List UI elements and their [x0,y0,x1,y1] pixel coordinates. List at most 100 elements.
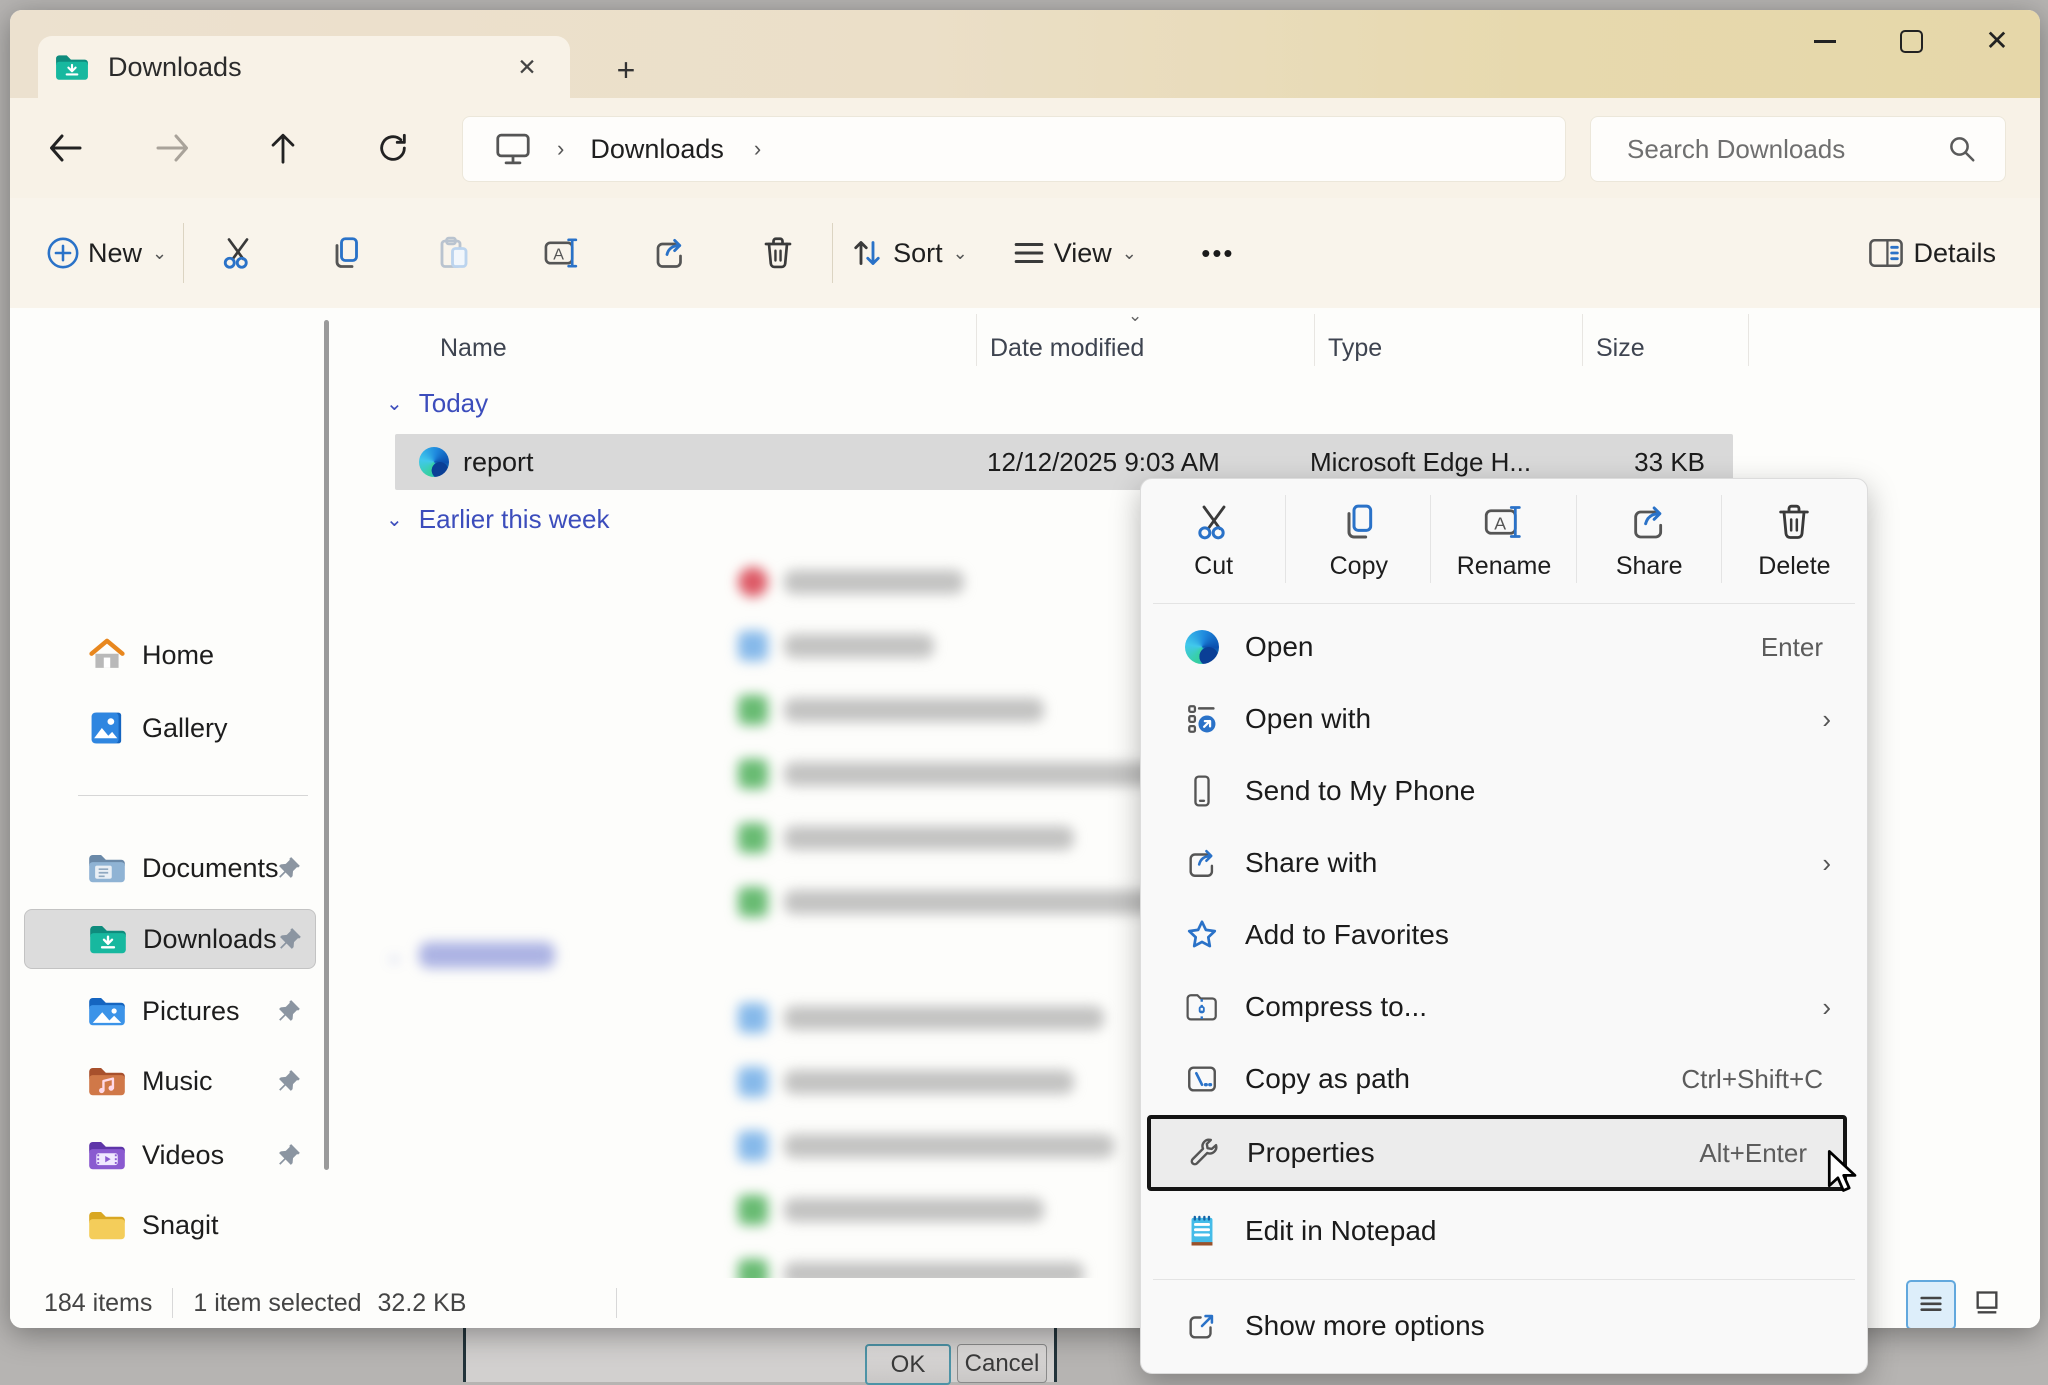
tab-title: Downloads [108,52,242,83]
copy-quick-action[interactable]: Copy [1286,479,1431,603]
details-view-toggle[interactable] [1906,1280,1956,1328]
column-name[interactable]: Name [440,334,507,363]
sidebar-item-label: Snagit [142,1210,314,1241]
menu-item-edit-in-notepad[interactable]: Edit in Notepad [1149,1195,1859,1267]
column-date-modified[interactable]: Date modified [990,334,1144,363]
collapse-chevron-icon[interactable]: ⌄ [386,507,403,532]
sidebar-item-home[interactable]: Home [24,626,314,684]
sidebar-item-documents[interactable]: Documents [24,839,314,897]
menu-item-open-with[interactable]: Open with › [1149,683,1859,755]
sidebar-item-videos[interactable]: Videos [24,1126,314,1184]
blue-file-icon [738,631,768,661]
back-button[interactable] [38,122,92,174]
delete-button[interactable] [740,218,816,288]
sidebar-divider [78,795,308,796]
address-bar[interactable]: › Downloads › [462,116,1566,182]
gallery-icon [86,710,128,746]
redacted-file-name [784,634,934,658]
group-header-today[interactable]: ⌄ Today [386,388,488,419]
tab-close-icon[interactable]: ✕ [510,50,544,84]
maximize-button[interactable] [1868,10,1954,72]
close-icon: ✕ [1985,27,2008,55]
new-tab-button[interactable]: + [604,50,648,90]
column-size[interactable]: Size [1596,334,1645,363]
cut-button[interactable] [200,218,276,288]
menu-item-properties[interactable]: Properties Alt+Enter [1147,1115,1847,1191]
quick-action-label: Share [1616,552,1683,581]
forward-icon [155,133,191,163]
menu-item-open[interactable]: Open Enter [1149,611,1859,683]
sidebar-item-music[interactable]: Music [24,1052,314,1110]
sidebar-item-snagit[interactable]: Snagit [24,1196,314,1254]
see-more-button[interactable]: ••• [1183,218,1253,288]
menu-item-copy-as-path[interactable]: Copy as path Ctrl+Shift+C [1149,1043,1859,1115]
quick-action-label: Rename [1457,552,1552,581]
ok-button[interactable]: OK [865,1344,951,1385]
menu-item-show-more-options[interactable]: Show more options [1149,1287,1859,1365]
search-box[interactable]: Search Downloads [1590,116,2006,182]
menu-item-label: Edit in Notepad [1245,1215,1859,1247]
column-divider[interactable] [976,314,977,366]
tab-downloads[interactable]: Downloads ✕ [38,36,570,98]
status-divider [172,1288,173,1318]
submenu-chevron-icon: › [1822,848,1831,879]
collapse-chevron-icon[interactable]: ⌄ [386,391,403,416]
breadcrumb-chevron-icon[interactable]: › [754,136,761,162]
search-icon[interactable] [1947,134,1977,164]
close-button[interactable]: ✕ [1954,10,2040,72]
edge-file-icon [419,447,449,477]
cut-quick-action[interactable]: Cut [1141,479,1286,603]
menu-item-compress-to[interactable]: Compress to... › [1149,971,1859,1043]
column-divider[interactable] [1748,314,1749,366]
copy-button[interactable] [308,218,384,288]
share-button[interactable] [632,218,708,288]
refresh-button[interactable] [366,122,420,174]
pin-icon [277,926,303,952]
redacted-group-label [419,942,555,968]
column-header-row: Name Date modified ⌄ Type Size [328,308,2040,372]
column-type[interactable]: Type [1328,334,1382,363]
menu-divider [1153,1279,1855,1280]
blue-file-icon [738,1067,768,1097]
menu-item-send-to-my-phone[interactable]: Send to My Phone [1149,755,1859,827]
group-header-earlier-this-week[interactable]: ⌄ Earlier this week [386,504,610,535]
menu-item-add-to-favorites[interactable]: Add to Favorites [1149,899,1859,971]
paste-button[interactable] [416,218,492,288]
green-file-icon [738,887,768,917]
new-button[interactable]: New ⌄ [46,218,167,288]
share-quick-action[interactable]: Share [1577,479,1722,603]
sidebar-item-downloads[interactable]: Downloads [24,909,316,969]
star-icon [1181,917,1223,953]
sort-button[interactable]: Sort ⌄ [849,218,968,288]
submenu-chevron-icon: › [1822,992,1831,1023]
sidebar-item-pictures[interactable]: Pictures [24,982,314,1040]
up-button[interactable] [256,122,310,174]
new-label: New [88,238,142,269]
file-size: 33 KB [1555,447,1705,478]
forward-button[interactable] [146,122,200,174]
view-button[interactable]: View ⌄ [1012,218,1137,288]
column-divider[interactable] [1582,314,1583,366]
breadcrumb-downloads[interactable]: Downloads [590,134,724,165]
sidebar-item-gallery[interactable]: Gallery [24,699,314,757]
toolbar-divider [832,223,833,283]
details-pane-button[interactable]: Details [1867,218,2004,288]
cancel-button[interactable]: Cancel [957,1344,1047,1383]
collapse-chevron-icon: ⌄ [386,943,403,968]
view-label: View [1054,238,1112,269]
minimize-button[interactable] [1782,10,1868,72]
sort-direction-icon[interactable]: ⌄ [1128,308,1142,326]
quick-action-label: Copy [1330,552,1388,581]
icons-view-toggle[interactable] [1964,1280,2010,1326]
pin-icon [276,1142,302,1168]
shortcut-hint: Enter [1761,632,1823,663]
delete-quick-action[interactable]: Delete [1722,479,1867,603]
rename-button[interactable]: A [524,218,600,288]
rename-quick-action[interactable]: A Rename [1431,479,1576,603]
file-name: report [463,447,534,478]
group-header-redacted[interactable]: ⌄ [386,942,555,968]
menu-item-share-with[interactable]: Share with › [1149,827,1859,899]
up-icon [267,131,299,165]
column-divider[interactable] [1314,314,1315,366]
status-divider [616,1288,617,1318]
